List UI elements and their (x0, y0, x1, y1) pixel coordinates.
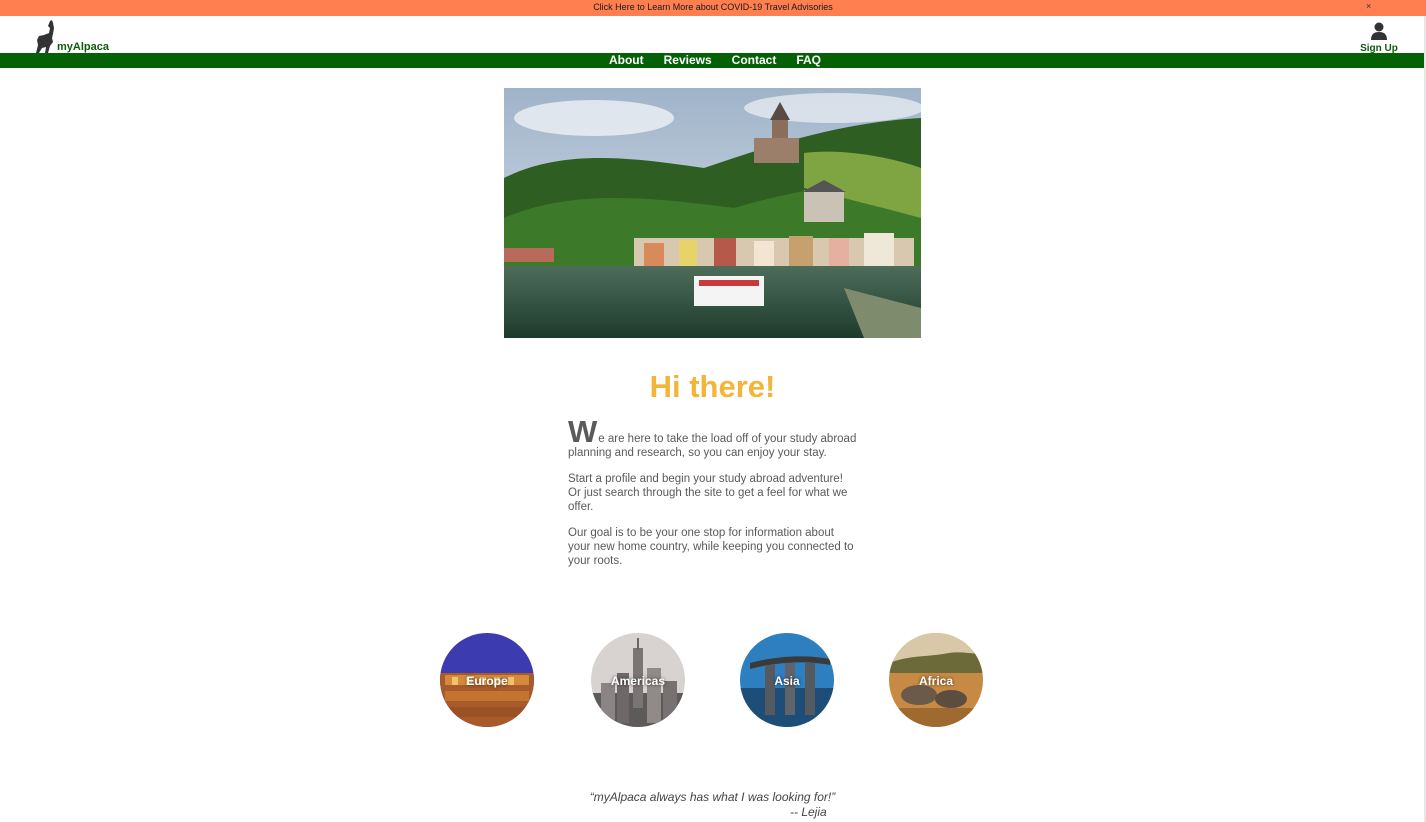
logo-text: myAlpaca (57, 41, 109, 53)
region-label-europe: Europe (466, 674, 508, 688)
region-asia[interactable]: Asia (740, 633, 834, 727)
greeting-heading: Hi there! (649, 369, 776, 404)
nav-item-contact[interactable]: Contact (732, 53, 777, 68)
nav-item-about[interactable]: About (609, 53, 644, 68)
main-nav: About Reviews Contact FAQ (0, 53, 1426, 68)
testimonial-author: -- Lejia (790, 805, 827, 819)
user-icon (1371, 22, 1387, 40)
nav-item-faq[interactable]: FAQ (796, 53, 821, 68)
region-europe[interactable]: Europe (440, 633, 534, 727)
intro-paragraph-2: Start a profile and begin your study abr… (568, 473, 848, 513)
nav-item-reviews[interactable]: Reviews (664, 53, 712, 68)
site-logo[interactable]: myAlpaca (34, 20, 124, 54)
intro-paragraph-1-text: e are here to take the load off of your … (568, 433, 857, 459)
nav-list: About Reviews Contact FAQ (0, 53, 1426, 68)
region-label-americas: Americas (610, 674, 666, 688)
signup-button[interactable]: Sign Up (1356, 22, 1402, 54)
testimonial-quote: “myAlpaca always has what I was looking … (589, 790, 836, 804)
intro-paragraph-3: Our goal is to be your one stop for info… (568, 527, 854, 567)
region-label-africa: Africa (918, 674, 953, 688)
close-icon[interactable]: × (1366, 1, 1371, 11)
region-label-asia: Asia (774, 674, 800, 688)
covid-advisory-link[interactable]: Click Here to Learn More about COVID-19 … (0, 2, 1426, 12)
hero-image (504, 88, 921, 338)
dropcap-letter: W (568, 414, 598, 449)
region-americas[interactable]: Americas (591, 633, 685, 727)
covid-advisory-banner: Click Here to Learn More about COVID-19 … (0, 0, 1426, 16)
region-africa[interactable]: Africa (889, 633, 983, 727)
intro-paragraph-1: We are here to take the load off of your… (568, 414, 858, 460)
intro-text: We are here to take the load off of your… (568, 414, 858, 580)
